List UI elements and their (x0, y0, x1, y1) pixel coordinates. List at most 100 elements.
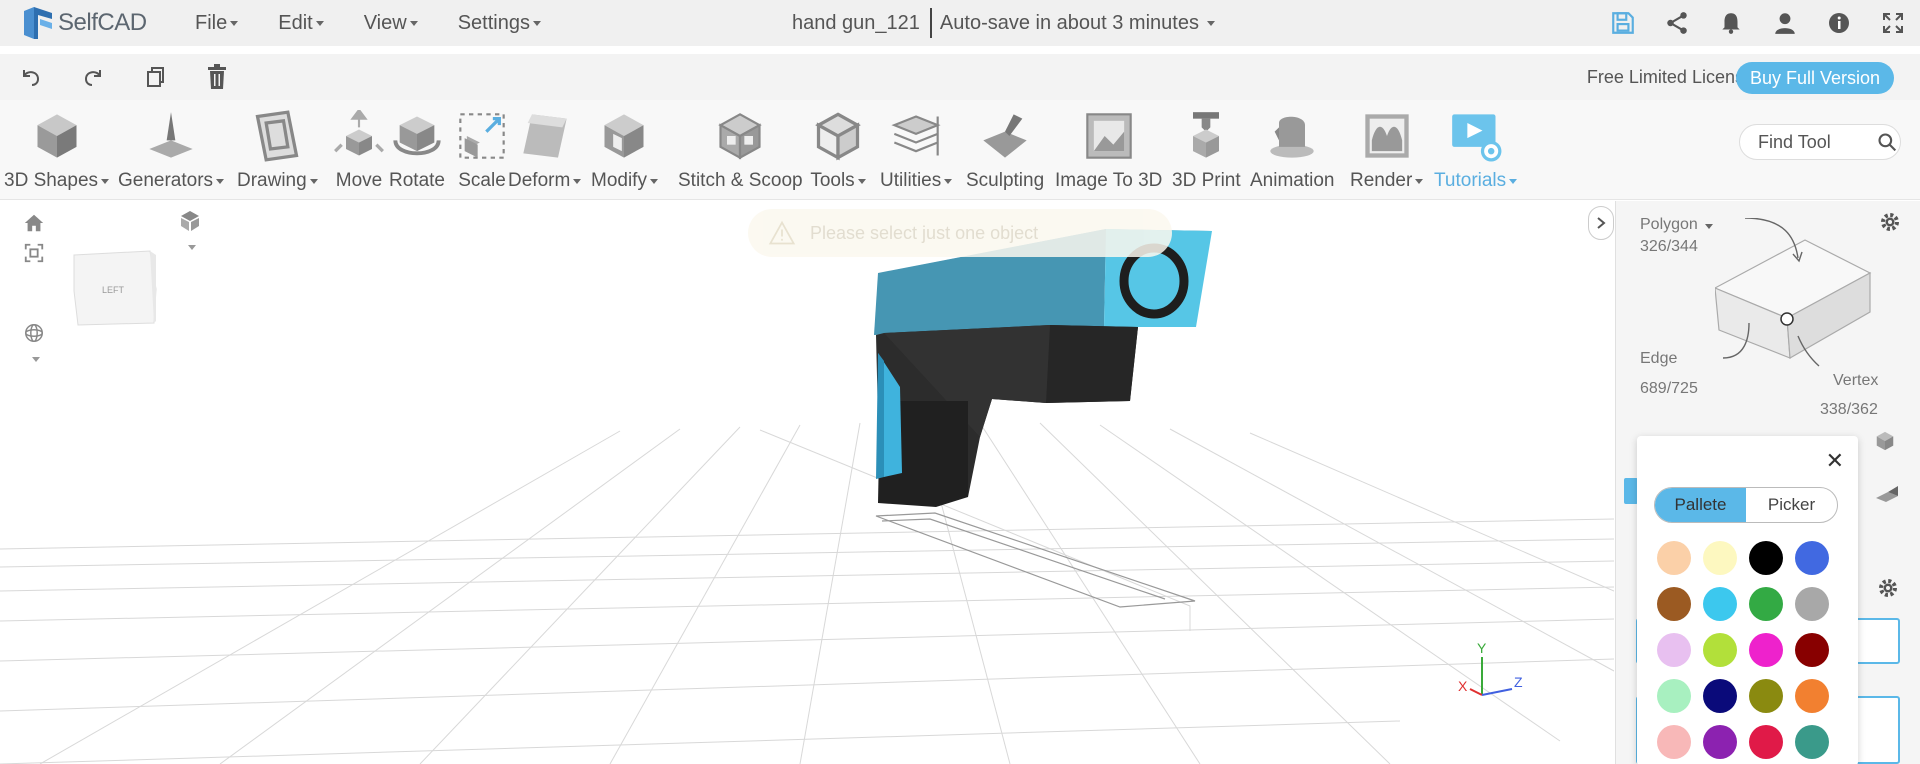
chevron-down-icon[interactable] (857, 178, 866, 184)
tab-pallete[interactable]: Pallete (1655, 488, 1746, 522)
selection-mode-diagram[interactable] (1715, 218, 1875, 378)
tool-3d-shapes[interactable]: 3D Shapes (4, 108, 110, 192)
close-icon[interactable]: ✕ (1826, 450, 1844, 472)
color-swatch[interactable] (1795, 587, 1829, 621)
delete-icon[interactable] (202, 62, 232, 92)
tool-rotate[interactable]: Rotate (389, 108, 445, 192)
tool-generators[interactable]: Generators (118, 108, 225, 192)
chevron-down-icon[interactable] (309, 178, 318, 184)
info-icon[interactable] (1812, 0, 1866, 46)
scene-canvas[interactable]: Y X Z LEFT (0, 201, 1614, 764)
copy-icon[interactable] (140, 62, 170, 92)
home-icon[interactable] (20, 209, 48, 237)
chevron-down-icon (315, 20, 324, 26)
color-swatch[interactable] (1657, 587, 1691, 621)
color-swatch[interactable] (1703, 679, 1737, 713)
bell-icon[interactable] (1704, 0, 1758, 46)
tool-render[interactable]: Render (1350, 108, 1424, 192)
fullscreen-icon[interactable] (1866, 0, 1920, 46)
autosave-status[interactable]: Auto-save in about 3 minutes (940, 12, 1199, 35)
chevron-down-icon[interactable] (1509, 178, 1518, 184)
color-swatch[interactable] (1657, 541, 1691, 575)
redo-icon[interactable] (78, 62, 108, 92)
tool-drawing[interactable]: Drawing (237, 108, 318, 192)
color-swatch[interactable] (1657, 633, 1691, 667)
color-swatch[interactable] (1749, 679, 1783, 713)
color-indicator (1624, 478, 1638, 504)
chevron-down-icon[interactable] (573, 178, 582, 184)
tool-scale[interactable]: Scale (454, 108, 510, 192)
color-swatch[interactable] (1703, 541, 1737, 575)
find-tool-input[interactable] (1758, 131, 1874, 153)
color-swatch[interactable] (1749, 587, 1783, 621)
logo[interactable]: SelfCAD (20, 5, 175, 41)
chevron-down-icon[interactable] (101, 178, 110, 184)
settings-gear-icon[interactable] (1876, 576, 1902, 602)
tool-utilities[interactable]: Utilities (880, 108, 953, 192)
tool-label: Modify (591, 170, 658, 192)
tool-tools[interactable]: Tools (810, 108, 866, 192)
user-icon[interactable] (1758, 0, 1812, 46)
color-swatch[interactable] (1657, 725, 1691, 759)
color-swatch[interactable] (1703, 633, 1737, 667)
main-menu: File Edit View Settings (195, 12, 581, 35)
tool-move[interactable]: Move (331, 108, 387, 192)
chevron-down-icon[interactable] (649, 178, 658, 184)
tab-picker[interactable]: Picker (1746, 488, 1837, 522)
tool-stitch-scoop[interactable]: Stitch & Scoop (678, 108, 803, 192)
color-swatch[interactable] (1749, 725, 1783, 759)
color-swatch[interactable] (1749, 633, 1783, 667)
plane-icon[interactable] (1874, 484, 1900, 510)
autosave-chevron-down-icon[interactable] (1206, 20, 1215, 26)
color-swatch[interactable] (1749, 541, 1783, 575)
polygon-chevron-down-icon[interactable] (1705, 224, 1714, 229)
solid-cube-icon[interactable] (1874, 430, 1900, 456)
perspective-icon[interactable] (176, 207, 204, 235)
share-icon[interactable] (1650, 0, 1704, 46)
chevron-down-icon[interactable] (1415, 178, 1424, 184)
color-swatch[interactable] (1795, 541, 1829, 575)
save-icon[interactable] (1596, 0, 1650, 46)
menu-settings[interactable]: Settings (458, 12, 541, 35)
tool-image-to-3d[interactable]: Image To 3D (1055, 108, 1162, 192)
search-icon[interactable] (1874, 128, 1900, 156)
3d-viewport[interactable]: Y X Z LEFT Please select just one object (0, 201, 1614, 764)
chevron-down-icon (230, 20, 239, 26)
tool-modify[interactable]: Modify (591, 108, 658, 192)
tool-tutorials[interactable]: Tutorials (1434, 108, 1518, 192)
tool-3d-print[interactable]: 3D Print (1172, 108, 1241, 192)
orbit-chevron-down-icon[interactable] (20, 345, 48, 373)
project-name[interactable]: hand gun_121 (792, 12, 920, 35)
perspective-chevron-down-icon[interactable] (176, 233, 204, 261)
gear-icon[interactable] (1878, 210, 1904, 236)
vertex-count: 338/362 (1820, 401, 1878, 418)
stitch-icon (712, 108, 768, 164)
menu-file[interactable]: File (195, 12, 239, 35)
orbit-icon[interactable] (20, 319, 48, 347)
edge-label[interactable]: Edge (1640, 350, 1677, 368)
color-swatch[interactable] (1703, 725, 1737, 759)
polygon-mode[interactable]: Polygon (1640, 216, 1714, 234)
undo-icon[interactable] (16, 62, 46, 92)
tool-deform[interactable]: Deform (508, 108, 582, 192)
color-swatch[interactable] (1657, 679, 1691, 713)
color-swatch[interactable] (1703, 587, 1737, 621)
color-swatch[interactable] (1795, 633, 1829, 667)
handgun-model[interactable] (874, 229, 1212, 507)
menu-edit[interactable]: Edit (278, 12, 324, 35)
collapse-panel-button[interactable] (1588, 206, 1614, 240)
drawing-icon (249, 108, 305, 164)
move-icon (331, 108, 387, 164)
color-swatch[interactable] (1795, 679, 1829, 713)
chevron-down-icon[interactable] (216, 178, 225, 184)
find-tool-box (1739, 124, 1901, 160)
fit-view-icon[interactable] (20, 239, 48, 267)
tool-animation[interactable]: Animation (1250, 108, 1335, 192)
vertex-label[interactable]: Vertex (1833, 372, 1878, 390)
color-swatch[interactable] (1795, 725, 1829, 759)
chevron-down-icon[interactable] (944, 178, 953, 184)
buy-full-version-button[interactable]: Buy Full Version (1735, 62, 1894, 94)
menu-view[interactable]: View (364, 12, 418, 35)
tool-sculpting[interactable]: Sculpting (966, 108, 1044, 192)
view-cube[interactable]: LEFT (73, 250, 157, 326)
